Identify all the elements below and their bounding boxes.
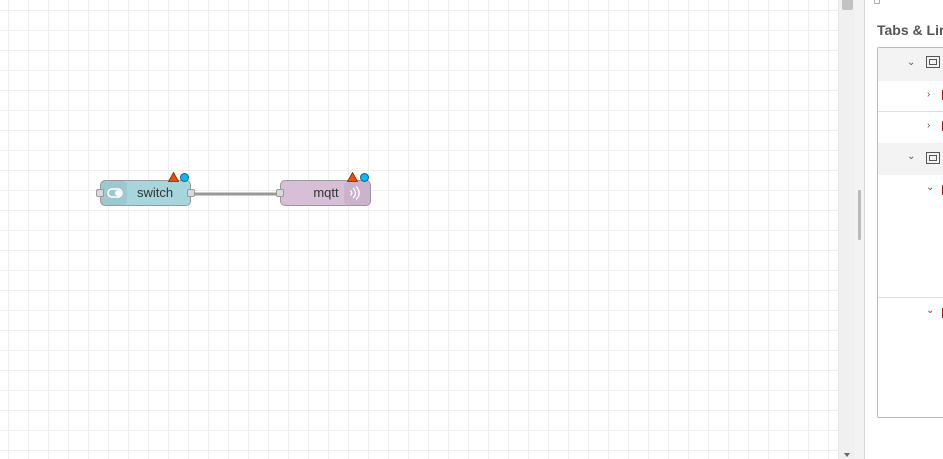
chevron-down-icon[interactable]: ⌄ [907, 58, 915, 68]
tree-tab-row[interactable]: ⌄ [878, 48, 943, 81]
changed-dot-icon [180, 173, 189, 182]
error-triangle-icon [168, 172, 179, 182]
splitter-grip-icon[interactable] [858, 190, 861, 240]
sidebar-splitter[interactable] [855, 0, 865, 459]
tree-link-row[interactable]: › [878, 112, 943, 143]
tree-link-row[interactable]: ⌄ [878, 298, 943, 417]
radio-waves-icon [350, 186, 360, 200]
chevron-down-icon[interactable]: ⌄ [926, 183, 934, 193]
error-triangle-icon [347, 172, 358, 182]
canvas-vertical-scrollbar[interactable] [838, 0, 855, 459]
chevron-right-icon[interactable]: › [927, 90, 930, 100]
toggle-icon [107, 188, 123, 198]
tree-link-row[interactable]: ⌄ [878, 175, 943, 298]
chevron-down-icon[interactable]: ⌄ [926, 306, 934, 316]
mqtt-input-port[interactable] [276, 189, 284, 197]
flow-tab-icon [926, 152, 940, 164]
mqtt-node[interactable]: mqtt [280, 180, 371, 206]
chevron-down-icon[interactable]: ⌄ [907, 152, 915, 162]
tree-link-row[interactable]: › [878, 81, 943, 112]
switch-node-label: switch [136, 185, 174, 200]
switch-node[interactable]: switch [100, 180, 191, 206]
switch-output-port[interactable] [187, 189, 195, 197]
scroll-down-arrow-icon[interactable] [844, 453, 850, 457]
scrollbar-thumb[interactable] [842, 0, 853, 10]
changed-dot-icon [360, 173, 369, 182]
sidebar-title: Tabs & Lin [877, 22, 943, 38]
sidebar-panel: Tabs & Lin ⌄ › › ⌄ ⌄ ⌄ [865, 0, 943, 459]
flow-canvas[interactable]: switch mqtt [0, 0, 838, 459]
chevron-right-icon[interactable]: › [927, 121, 930, 131]
tabs-links-tree: ⌄ › › ⌄ ⌄ ⌄ [877, 47, 943, 418]
tree-tab-row[interactable]: ⌄ [878, 143, 943, 175]
wire-layer [191, 192, 280, 196]
switch-input-port[interactable] [96, 189, 104, 197]
checkbox-icon[interactable] [874, 0, 880, 4]
flow-tab-icon [926, 56, 940, 68]
